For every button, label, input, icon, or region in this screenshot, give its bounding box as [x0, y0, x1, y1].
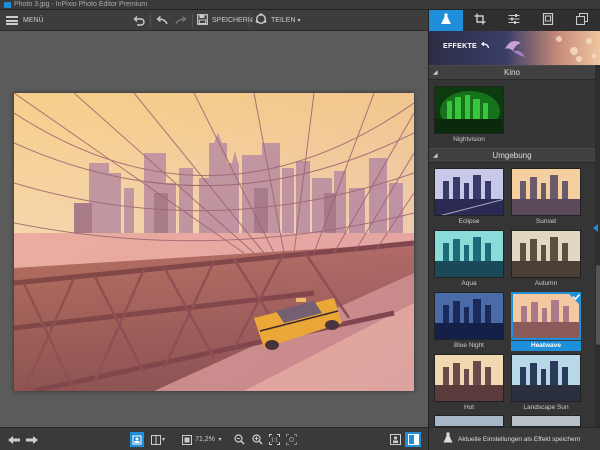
thumb-label: Blue Night [454, 342, 484, 349]
effect-thumb-sunset[interactable]: Sunset [511, 168, 581, 230]
section-kino-header[interactable]: ◢ Kino [429, 65, 595, 80]
save-icon [197, 12, 208, 30]
tab-frame[interactable] [531, 10, 565, 31]
zoom-in-icon[interactable] [250, 432, 264, 447]
section-umgebung-header[interactable]: ◢ Umgebung [429, 148, 595, 163]
save-preset-icon [443, 430, 453, 448]
effect-thumb-landscape-sun[interactable]: Landscape Sun [511, 354, 581, 416]
menu-label: MENÜ [23, 17, 44, 24]
svg-text:1:1: 1:1 [271, 438, 278, 444]
rotate-icon[interactable] [132, 13, 146, 28]
checkmark-icon [567, 292, 581, 306]
next-image-icon[interactable] [24, 432, 40, 447]
effects-banner[interactable]: EFFEKTE [429, 31, 600, 65]
edited-photo[interactable] [14, 93, 414, 391]
hamburger-icon [6, 16, 18, 25]
zoom-out-icon[interactable] [232, 432, 246, 447]
save-button[interactable]: SPEICHERN [197, 13, 253, 28]
chevron-down-icon: ▾ [297, 18, 301, 24]
thumb-label: Sunset [535, 218, 557, 225]
section-title: Umgebung [492, 151, 532, 160]
panel-tabs [429, 10, 600, 31]
photo-editor-window: Photo 3.jpg - InPixio Photo Editor Premi… [0, 0, 600, 450]
tab-layers[interactable] [565, 10, 599, 31]
zoom-value[interactable]: 71,2% [193, 432, 217, 447]
undo-icon[interactable] [155, 13, 169, 28]
effect-thumb-hot[interactable]: Hot [434, 354, 504, 416]
share-icon [255, 12, 267, 30]
flask-icon [440, 12, 452, 30]
panel-scrollbar[interactable] [595, 65, 600, 435]
zoom-dropdown-icon[interactable]: ▾ [216, 432, 224, 447]
thumb-label: Hot [463, 404, 475, 411]
effect-thumb-heatwave[interactable]: Heatwave [511, 292, 581, 354]
save-label: SPEICHERN [212, 17, 253, 24]
bottom-toolbar: ▾ 71,2% ▾ 1:1 [0, 427, 428, 450]
effects-panel: EFFEKTE ◢ Kino Nightvision ◢ Umgebung Ec… [428, 10, 600, 450]
effect-thumb-partial[interactable] [511, 415, 581, 427]
image-canvas[interactable] [0, 31, 428, 427]
effect-thumb-autumn[interactable]: Autumn [511, 230, 581, 292]
main-toolbar: MENÜ SPEICHERN TEILEN ▾ [0, 10, 428, 31]
actual-size-icon[interactable]: 1:1 [267, 432, 281, 447]
single-view-icon[interactable] [130, 432, 144, 447]
effect-thumb-eclipse[interactable]: Eclipse [434, 168, 504, 230]
back-icon [481, 41, 490, 51]
thumb-label: Nightvision [453, 136, 485, 143]
thumb-label: Heatwave [511, 341, 581, 351]
share-button[interactable]: TEILEN ▾ [255, 12, 301, 30]
sliders-icon [508, 12, 520, 30]
toggle-panel-icon[interactable] [405, 432, 421, 447]
show-original-icon[interactable] [388, 432, 402, 447]
redo-icon[interactable] [174, 13, 188, 28]
thumb-label: Eclipse [458, 218, 480, 225]
fit-window-icon[interactable] [284, 432, 298, 447]
window-title: Photo 3.jpg - InPixio Photo Editor Premi… [14, 1, 148, 8]
save-preset-label: Aktuelle Einstellungen als Effekt speich… [458, 435, 581, 443]
app-icon [4, 2, 11, 8]
layers-icon [576, 12, 588, 30]
tab-crop[interactable] [463, 10, 497, 31]
thumb-label: Autumn [534, 280, 558, 287]
effect-thumb-nightvision[interactable]: Nightvision [434, 86, 504, 148]
title-bar: Photo 3.jpg - InPixio Photo Editor Premi… [0, 0, 600, 10]
frame-icon [542, 12, 554, 30]
fit-screen-icon[interactable] [180, 432, 194, 447]
menu-button[interactable]: MENÜ [6, 13, 44, 28]
thumb-label: Landscape Sun [523, 404, 569, 411]
tab-adjust[interactable] [497, 10, 531, 31]
section-title: Kino [503, 68, 520, 77]
effect-thumb-aqua[interactable]: Aqua [434, 230, 504, 292]
crop-icon [474, 12, 486, 30]
previous-image-icon[interactable] [6, 432, 22, 447]
compare-view-icon[interactable]: ▾ [148, 432, 168, 447]
thumb-label: Aqua [461, 280, 477, 287]
save-preset-button[interactable]: Aktuelle Einstellungen als Effekt speich… [429, 427, 600, 450]
tab-effects[interactable] [429, 10, 463, 31]
effect-thumb-partial[interactable] [434, 415, 504, 427]
effects-banner-label: EFFEKTE [443, 43, 477, 50]
share-label: TEILEN [271, 17, 296, 24]
panel-handle-icon[interactable] [593, 224, 598, 232]
effect-thumb-blue-night[interactable]: Blue Night [434, 292, 504, 354]
